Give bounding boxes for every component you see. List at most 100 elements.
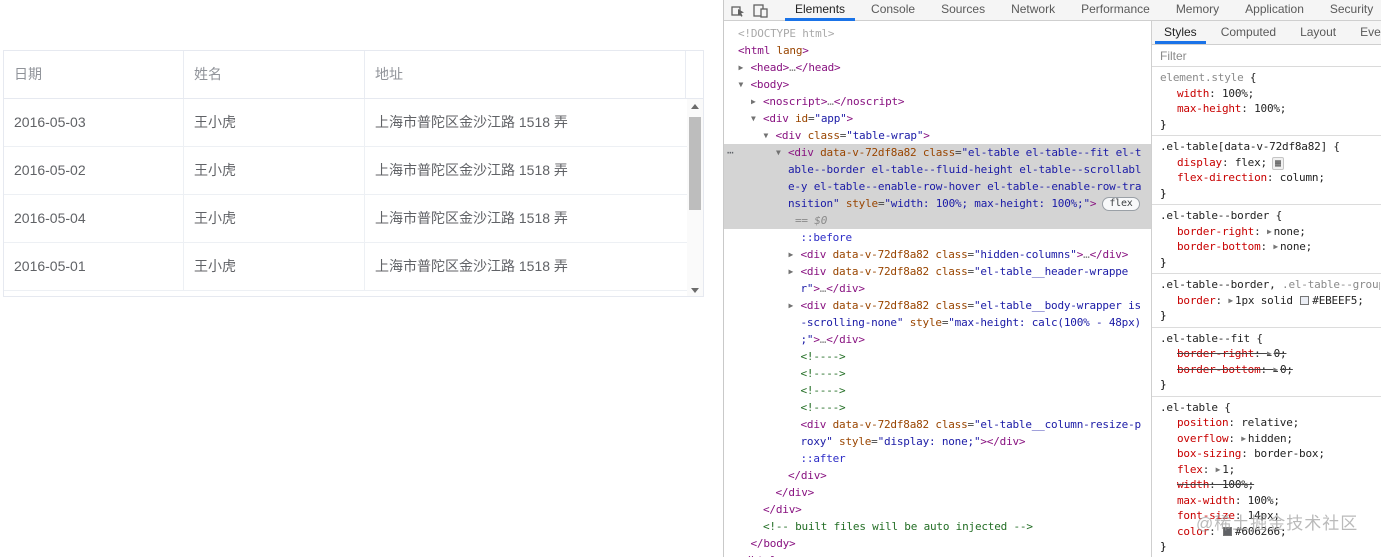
sidebar-tab-styles[interactable]: Styles: [1152, 21, 1209, 44]
table-row[interactable]: 2016-05-01 王小虎 上海市普陀区金沙江路 1518 弄: [4, 243, 703, 291]
table-row[interactable]: 2016-05-02 王小虎 上海市普陀区金沙江路 1518 弄: [4, 147, 703, 195]
dom-tree-node[interactable]: ::before: [724, 229, 1151, 246]
expand-arrow-icon[interactable]: ▶: [1241, 434, 1246, 443]
css-declaration[interactable]: color: #606266;: [1160, 524, 1380, 540]
dom-tree-node[interactable]: e-y el-table--enable-row-hover el-table-…: [724, 178, 1151, 195]
node-menu-dots[interactable]: ⋯: [727, 144, 735, 161]
expand-arrow-icon[interactable]: ▶: [1273, 242, 1278, 251]
dom-tree-node[interactable]: <!---->: [724, 348, 1151, 365]
css-selector[interactable]: .el-table--fit {: [1160, 331, 1380, 347]
dom-tree-node[interactable]: ⋯ ▼ <div data-v-72df8a82 class="el-table e…: [724, 144, 1151, 161]
devtools-tab-sources[interactable]: Sources: [928, 0, 998, 21]
dom-tree-node[interactable]: <html lang>: [724, 42, 1151, 59]
css-declaration[interactable]: width: 100%;: [1160, 86, 1380, 102]
devtools-tab-network[interactable]: Network: [998, 0, 1068, 21]
css-declaration[interactable]: max-height: 100%;: [1160, 101, 1380, 117]
devtools-tab-console[interactable]: Console: [858, 0, 928, 21]
css-declaration[interactable]: border-bottom: ▶ none;: [1160, 239, 1380, 255]
scroll-up-icon[interactable]: [687, 100, 703, 113]
sidebar-tab-computed[interactable]: Computed: [1209, 21, 1288, 44]
css-declaration[interactable]: border: ▶ 1px solid #EBEEF5;: [1160, 293, 1380, 309]
css-selector[interactable]: .el-table--border {: [1160, 208, 1380, 224]
css-declaration[interactable]: box-sizing: border-box;: [1160, 446, 1380, 462]
expand-arrow-icon[interactable]: ▶: [1267, 349, 1272, 358]
grid-icon[interactable]: ▦: [1271, 156, 1284, 170]
dom-tree-node[interactable]: nsition" style="width: 100%; max-height:…: [724, 195, 1151, 212]
css-declaration[interactable]: font-size: 14px;: [1160, 508, 1380, 524]
device-toolbar-icon[interactable]: [753, 3, 768, 18]
dom-tree-node[interactable]: ▶ <div data-v-72df8a82 class="el-table__h…: [724, 263, 1151, 280]
expand-arrow-icon[interactable]: ▶: [1228, 296, 1233, 305]
dom-tree-node[interactable]: ::after: [724, 450, 1151, 467]
expand-arrow-icon[interactable]: ▶: [789, 246, 794, 263]
dom-tree-node[interactable]: ▶ <head>…</head>: [724, 59, 1151, 76]
expand-arrow-icon[interactable]: ▶: [1273, 365, 1278, 374]
css-declaration[interactable]: overflow: ▶ hidden;: [1160, 431, 1380, 447]
css-declaration[interactable]: border-right: ▶ none;: [1160, 224, 1380, 240]
dom-tree-node[interactable]: <!DOCTYPE html>: [724, 25, 1151, 42]
dom-tree-node[interactable]: r">…</div>: [724, 280, 1151, 297]
expand-arrow-icon[interactable]: ▶: [1267, 227, 1272, 236]
dom-tree-node[interactable]: </div>: [724, 467, 1151, 484]
table-row[interactable]: 2016-05-04 王小虎 上海市普陀区金沙江路 1518 弄: [4, 195, 703, 243]
sidebar-tab-layout[interactable]: Layout: [1288, 21, 1348, 44]
expand-arrow-icon[interactable]: ▼: [764, 127, 769, 144]
table-scrollbar[interactable]: [687, 99, 703, 296]
css-declaration[interactable]: border-bottom: ▶ 0;: [1160, 362, 1380, 378]
dom-tree-node[interactable]: <!---->: [724, 399, 1151, 416]
expand-arrow-icon[interactable]: ▼: [776, 144, 781, 161]
dom-tree-node[interactable]: ;">…</div>: [724, 331, 1151, 348]
expand-arrow-icon[interactable]: ▼: [739, 76, 744, 93]
dom-tree-node[interactable]: <!-- built files will be auto injected -…: [724, 518, 1151, 535]
sidebar-tab-event-listeners[interactable]: Event Listeners: [1348, 21, 1381, 44]
dom-tree-node[interactable]: -scrolling-none" style="max-height: calc…: [724, 314, 1151, 331]
dom-tree-node[interactable]: roxy" style="display: none;"></div>: [724, 433, 1151, 450]
css-declaration[interactable]: position: relative;: [1160, 415, 1380, 431]
dom-tree-node[interactable]: ▶ <div data-v-72df8a82 class="hidden-colu…: [724, 246, 1151, 263]
devtools-tab-application[interactable]: Application: [1232, 0, 1317, 21]
css-declaration[interactable]: border-right: ▶ 0;: [1160, 346, 1380, 362]
css-selector[interactable]: .el-table[data-v-72df8a82] {: [1160, 139, 1380, 155]
styles-filter-input[interactable]: [1152, 48, 1381, 63]
expand-arrow-icon[interactable]: ▶: [739, 59, 744, 76]
table-row[interactable]: 2016-05-03 王小虎 上海市普陀区金沙江路 1518 弄: [4, 99, 703, 147]
expand-arrow-icon[interactable]: ▶: [1216, 465, 1221, 474]
expand-arrow-icon[interactable]: ▶: [751, 93, 756, 110]
color-swatch[interactable]: [1222, 526, 1232, 536]
dom-tree-node[interactable]: </body>: [724, 535, 1151, 552]
dom-tree-node[interactable]: able--border el-table--fluid-height el-t…: [724, 161, 1151, 178]
dom-tree-node[interactable]: <div data-v-72df8a82 class="el-table__co…: [724, 416, 1151, 433]
dom-tree-node[interactable]: <!---->: [724, 365, 1151, 382]
dom-tree-node[interactable]: ▼ <body>: [724, 76, 1151, 93]
expand-arrow-icon[interactable]: ▼: [751, 110, 756, 127]
devtools-tab-security[interactable]: Security: [1317, 0, 1381, 21]
color-swatch[interactable]: [1300, 295, 1310, 305]
dom-tree-node[interactable]: ▶ <div data-v-72df8a82 class="el-table__b…: [724, 297, 1151, 314]
devtools-toolbar: Elements Console Sources Network Performance…: [724, 0, 1381, 21]
css-selector[interactable]: .el-table--border, .el-table--group: [1160, 277, 1380, 293]
dom-tree-node[interactable]: ▼ <div class="table-wrap">: [724, 127, 1151, 144]
css-declaration[interactable]: flex-direction: column;: [1160, 170, 1380, 186]
scrollbar-thumb[interactable]: [689, 117, 701, 210]
dom-tree-node[interactable]: </html>: [724, 552, 1151, 557]
css-declaration[interactable]: display: flex; ▦: [1160, 155, 1380, 171]
dom-tree-node[interactable]: ▶ <noscript>…</noscript>: [724, 93, 1151, 110]
devtools-tab-performance[interactable]: Performance: [1068, 0, 1163, 21]
css-declaration[interactable]: width: 100%;: [1160, 477, 1380, 493]
devtools-tab-elements[interactable]: Elements: [782, 0, 858, 21]
flex-badge[interactable]: flex: [1102, 197, 1140, 211]
css-selector[interactable]: element.style {: [1160, 70, 1380, 86]
dom-tree-node[interactable]: </div>: [724, 501, 1151, 518]
dom-tree-node[interactable]: ▼ <div id="app">: [724, 110, 1151, 127]
css-declaration[interactable]: max-width: 100%;: [1160, 493, 1380, 509]
expand-arrow-icon[interactable]: ▶: [789, 263, 794, 280]
dom-tree-node[interactable]: == $0: [724, 212, 1151, 229]
devtools-tab-memory[interactable]: Memory: [1163, 0, 1232, 21]
dom-tree-node[interactable]: </div>: [724, 484, 1151, 501]
scroll-down-icon[interactable]: [687, 284, 703, 296]
inspect-icon[interactable]: [731, 3, 746, 18]
expand-arrow-icon[interactable]: ▶: [789, 297, 794, 314]
css-declaration[interactable]: flex: ▶ 1;: [1160, 462, 1380, 478]
dom-tree-node[interactable]: <!---->: [724, 382, 1151, 399]
css-selector[interactable]: .el-table {: [1160, 400, 1380, 416]
